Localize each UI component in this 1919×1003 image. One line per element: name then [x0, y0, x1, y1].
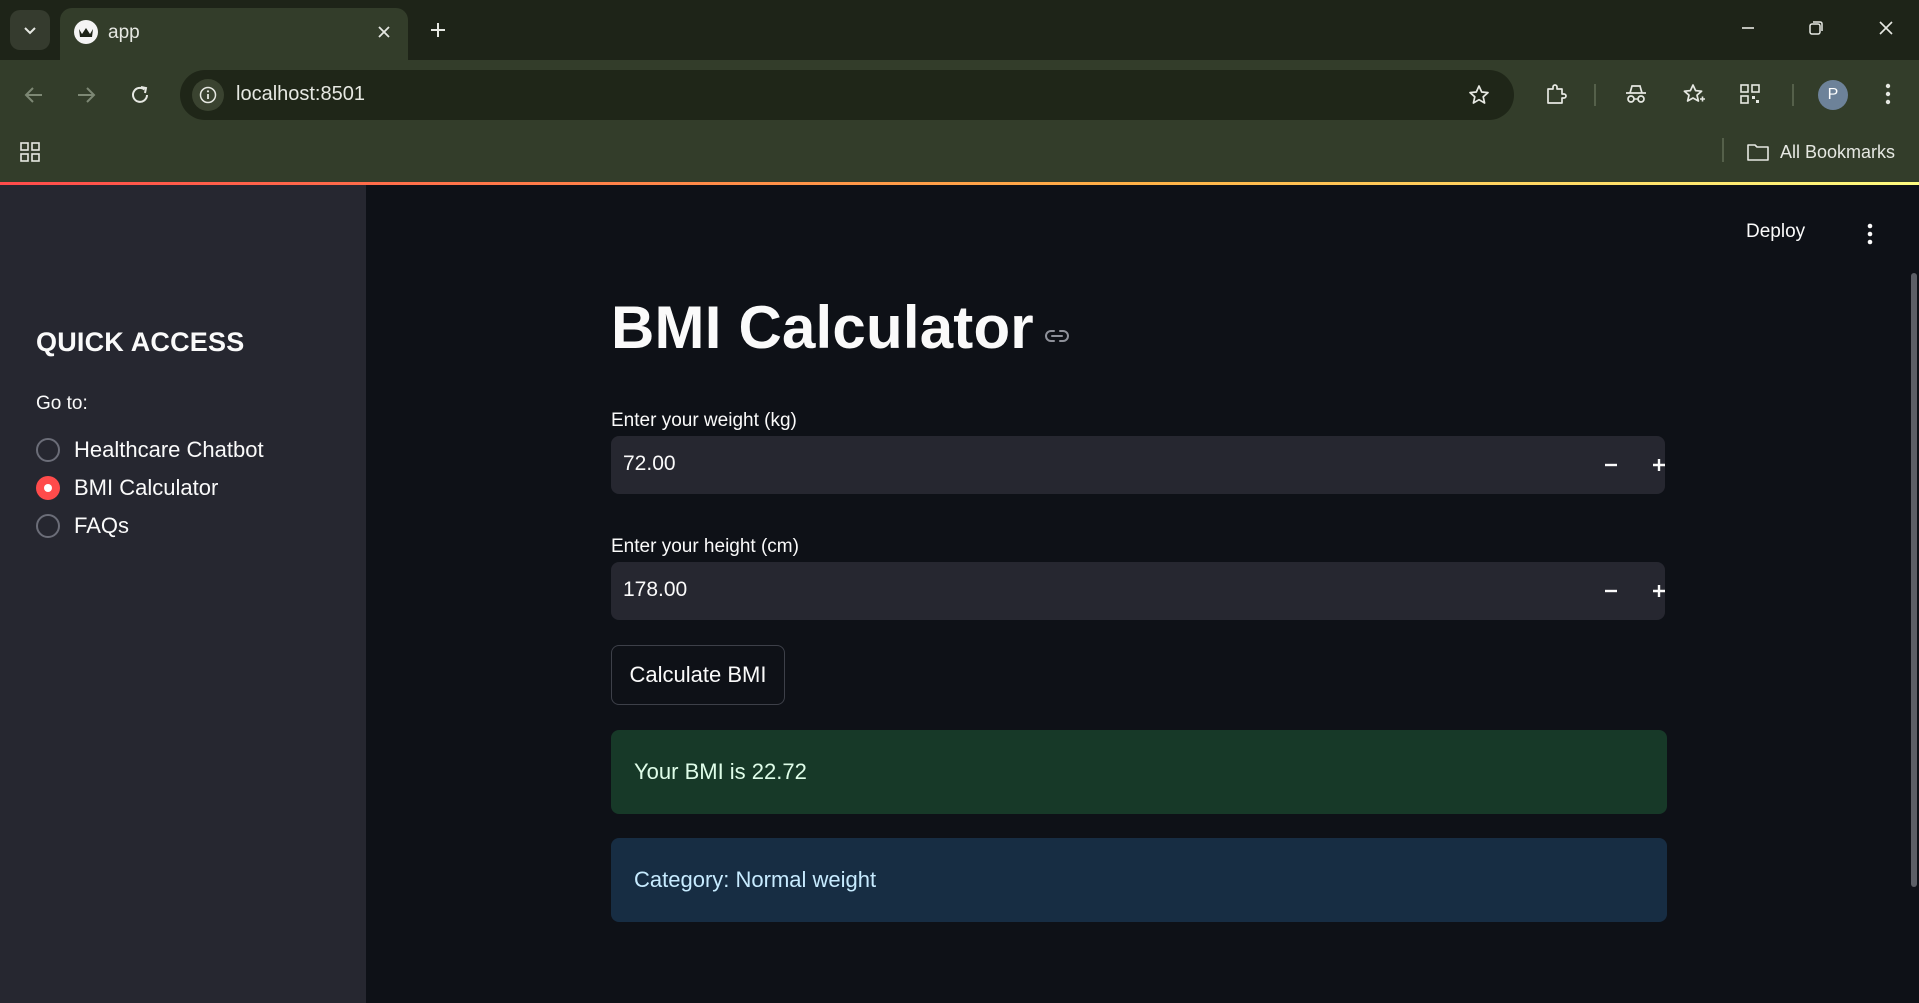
- address-bar[interactable]: localhost:8501: [180, 70, 1514, 120]
- apps-grid-icon[interactable]: [14, 136, 46, 168]
- weight-increment-button[interactable]: [1641, 447, 1677, 483]
- plus-icon: [1653, 459, 1665, 471]
- plus-icon: [431, 23, 445, 37]
- radio-option-label: FAQs: [74, 513, 130, 538]
- close-icon: [378, 26, 390, 38]
- radio-group-label: Go to:: [36, 393, 88, 414]
- folder-icon: [1747, 144, 1769, 161]
- tab-list-button[interactable]: [10, 10, 50, 50]
- page-title: BMI Calculator: [611, 294, 1034, 361]
- tab-close-button[interactable]: [372, 20, 396, 44]
- bmi-category-text: Category: Normal weight: [634, 867, 877, 892]
- new-tab-button[interactable]: [420, 12, 456, 48]
- height-increment-button[interactable]: [1641, 573, 1677, 609]
- all-bookmarks-label: All Bookmarks: [1780, 141, 1896, 162]
- chevron-down-icon: [24, 27, 36, 35]
- bookmark-star-icon[interactable]: [1464, 80, 1494, 110]
- forward-icon: [78, 87, 96, 103]
- minus-icon: [1605, 589, 1617, 593]
- browser-toolbar: localhost:8501 P All Bookmarks: [0, 60, 1919, 190]
- weight-input[interactable]: 72.00: [611, 436, 1665, 494]
- height-value[interactable]: 178.00: [623, 578, 687, 602]
- scrollbar[interactable]: [1911, 273, 1917, 887]
- minimize-button[interactable]: [1720, 8, 1776, 48]
- sidebar-heading: QUICK ACCESS: [36, 327, 245, 357]
- height-decrement-button[interactable]: [1593, 573, 1629, 609]
- link-icon[interactable]: [1042, 321, 1072, 351]
- qr-icon[interactable]: [1730, 74, 1770, 114]
- profile-avatar[interactable]: P: [1818, 80, 1848, 110]
- bmi-category-alert: Category: Normal weight: [611, 838, 1667, 922]
- window-close-button[interactable]: [1858, 8, 1914, 48]
- reload-icon: [132, 86, 148, 103]
- main-menu-icon[interactable]: [1858, 221, 1882, 247]
- back-icon: [24, 87, 42, 103]
- weight-value[interactable]: 72.00: [623, 452, 676, 476]
- url-text: localhost:8501: [236, 83, 365, 105]
- radio-button-icon[interactable]: [36, 514, 60, 538]
- radio-option-bmi-calculator[interactable]: BMI Calculator: [36, 472, 218, 504]
- radio-button-icon[interactable]: [36, 438, 60, 462]
- back-button[interactable]: [14, 75, 54, 115]
- minimize-icon: [1742, 27, 1754, 29]
- toolbar-separator: [1594, 84, 1596, 106]
- radio-selected-icon[interactable]: [36, 476, 60, 500]
- sidebar: QUICK ACCESS Go to: Healthcare Chatbot B…: [0, 185, 366, 1003]
- window-close-icon: [1879, 21, 1893, 35]
- tab-title: app: [108, 22, 140, 43]
- more-vert-icon[interactable]: [1868, 74, 1908, 114]
- reload-button[interactable]: [120, 75, 160, 115]
- forward-button[interactable]: [66, 75, 106, 115]
- radio-option-healthcare-chatbot[interactable]: Healthcare Chatbot: [36, 434, 264, 466]
- calculate-bmi-button[interactable]: Calculate BMI: [611, 645, 785, 705]
- favicon-crown-icon: [74, 20, 98, 44]
- bmi-result-alert: Your BMI is 22.72: [611, 730, 1667, 814]
- bmi-result-text: Your BMI is 22.72: [634, 759, 807, 784]
- extensions-icon[interactable]: [1536, 74, 1576, 114]
- site-info-icon[interactable]: [192, 79, 224, 111]
- main-content: Deploy BMI Calculator Enter your weight …: [366, 185, 1919, 1003]
- plus-icon: [1653, 585, 1665, 597]
- deploy-button[interactable]: Deploy: [1746, 221, 1805, 243]
- height-label: Enter your height (cm): [611, 536, 799, 557]
- radio-option-label: BMI Calculator: [74, 475, 219, 500]
- bookmarks-separator: [1722, 138, 1724, 162]
- minus-icon: [1605, 463, 1617, 467]
- weight-label: Enter your weight (kg): [611, 410, 797, 431]
- browser-tab[interactable]: app: [60, 8, 408, 60]
- toolbar-separator: [1792, 84, 1794, 106]
- incognito-icon[interactable]: [1616, 74, 1656, 114]
- radio-option-label: Healthcare Chatbot: [74, 437, 264, 462]
- weight-decrement-button[interactable]: [1593, 447, 1629, 483]
- browser-tab-strip: app: [0, 0, 1919, 60]
- favorites-icon[interactable]: [1674, 74, 1714, 114]
- all-bookmarks-button[interactable]: All Bookmarks: [1746, 136, 1895, 168]
- restore-icon: [1809, 21, 1823, 35]
- restore-button[interactable]: [1788, 8, 1844, 48]
- height-input[interactable]: 178.00: [611, 562, 1665, 620]
- radio-option-faqs[interactable]: FAQs: [36, 510, 129, 542]
